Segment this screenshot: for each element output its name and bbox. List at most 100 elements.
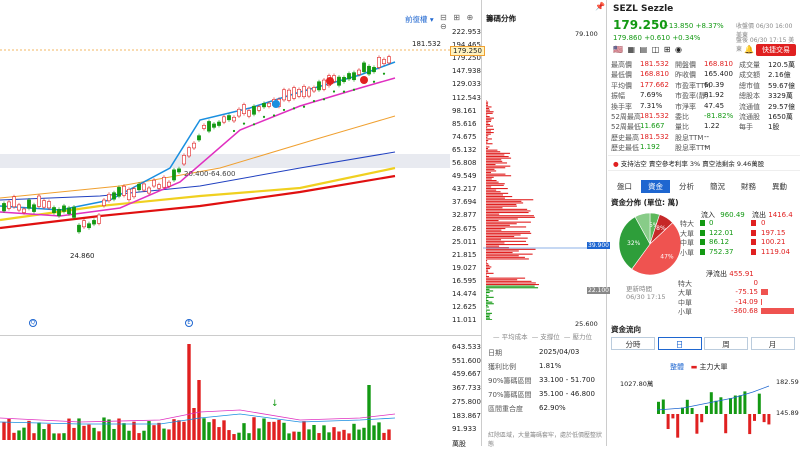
volume-bar <box>42 429 45 440</box>
kline-chart-panel[interactable]: 前復權 ▾ ⊟ ⊞ ⊕ ⊖ 222.953194.465179.250147.9… <box>0 0 482 446</box>
volume-bar <box>207 422 210 440</box>
chip-bar <box>486 122 488 123</box>
quote-field-value: 181.532 <box>640 133 669 141</box>
candle <box>192 143 195 148</box>
flow-tab-2[interactable]: 周 <box>704 337 748 350</box>
volume-bar <box>122 423 125 440</box>
chip-bar <box>486 302 492 303</box>
ma-red-line <box>0 176 395 228</box>
fund-row-label: 小單 <box>680 248 694 258</box>
chip-bar <box>486 154 504 155</box>
quote-field-value: 47.45 <box>704 102 724 110</box>
chip-bar <box>486 105 488 106</box>
price-tick: 65.132 <box>452 146 477 154</box>
chip-marker-high: 39.900 <box>587 242 610 249</box>
quote-field-label: 平均價 <box>611 81 632 91</box>
chip-bar <box>486 194 503 195</box>
chip-bar <box>486 266 491 267</box>
fund-row-out-swatch <box>751 230 756 236</box>
quote-field-value: 120.5萬 <box>768 60 795 70</box>
candle <box>7 202 10 209</box>
chip-bar <box>486 158 511 159</box>
fund-dist-title: 資金分佈 (單位: 萬) <box>611 197 679 208</box>
flow-bar <box>753 414 756 421</box>
price-tick: 222.953 <box>452 28 481 36</box>
tab-2[interactable]: 分析 <box>672 180 701 193</box>
sar-dot <box>323 98 325 100</box>
candle <box>2 203 5 210</box>
chip-bar <box>486 231 530 232</box>
volume-bar <box>57 433 60 440</box>
chip-bar <box>486 138 492 139</box>
quote-field-label: 最低價 <box>611 70 632 80</box>
candle <box>172 170 175 180</box>
candle <box>322 80 325 89</box>
chip-bar <box>486 236 514 237</box>
volume-bar <box>332 427 335 440</box>
volume-bar <box>47 424 50 440</box>
chip-stat-label: 70%籌碼區間 <box>488 390 532 400</box>
volume-bar <box>72 428 75 440</box>
quick-trade-button[interactable]: 快捷交易 <box>756 44 796 56</box>
inflow-label: 流入 <box>701 211 715 219</box>
chart-divider <box>0 335 482 336</box>
candle <box>162 177 165 187</box>
candle <box>37 196 40 207</box>
net-flow-label: 淨流出 <box>706 270 727 278</box>
chip-bar <box>486 289 489 290</box>
volume-bar <box>242 423 245 440</box>
chip-bar <box>486 137 487 138</box>
chip-distribution-panel: 籌碼分佈 📌 79.100 39.900 22.100 25.600 — 平均成… <box>483 0 607 446</box>
event-marker-e[interactable]: E <box>185 319 193 327</box>
chip-bar <box>486 162 507 163</box>
event-marker-q[interactable]: Q <box>29 319 37 327</box>
chip-bar <box>486 298 487 299</box>
tab-1[interactable]: 資金 <box>641 180 670 193</box>
pin-icon[interactable]: 📌 <box>595 2 605 11</box>
chip-bar <box>486 124 490 125</box>
chip-bar <box>486 209 527 210</box>
tab-4[interactable]: 財務 <box>734 180 763 193</box>
chip-bar <box>486 230 501 231</box>
sar-dot <box>353 89 355 91</box>
chip-bar <box>486 134 491 135</box>
last-high-label: 181.532 <box>412 40 441 48</box>
quote-field-value: 29.57億 <box>768 102 795 112</box>
fund-pie-chart: 5%8%47%32% <box>618 212 682 276</box>
chip-bar <box>486 129 494 130</box>
last-price: 179.250 <box>613 18 668 32</box>
alert-bell-icon[interactable]: 🔔 <box>744 45 754 54</box>
candle <box>152 180 155 186</box>
chip-bar <box>486 212 529 213</box>
chip-bar <box>486 175 511 176</box>
fund-row-out: 1119.04 <box>761 248 790 256</box>
price-tick: 49.549 <box>452 172 477 180</box>
fund-row-in-swatch <box>700 249 705 255</box>
volume-bar <box>357 430 360 440</box>
candle <box>82 221 85 227</box>
quote-field-label: 換手率 <box>611 102 632 112</box>
quote-field-label: 52周最高 <box>611 112 641 122</box>
flow-tab-3[interactable]: 月 <box>751 337 795 350</box>
tab-3[interactable]: 簡況 <box>703 180 732 193</box>
flow-tab-0[interactable]: 分時 <box>611 337 655 350</box>
tab-5[interactable]: 異動 <box>765 180 794 193</box>
pie-label: 32% <box>627 240 641 247</box>
chip-bar <box>486 239 501 240</box>
price-tick: 85.616 <box>452 120 477 128</box>
volume-arrow-icon: ↓ <box>271 399 279 409</box>
volume-bar <box>352 424 355 440</box>
chip-bar <box>486 225 510 226</box>
chip-bar <box>486 190 496 191</box>
tab-0[interactable]: 盤口 <box>610 180 639 193</box>
flow-bar <box>662 400 665 414</box>
fund-row-in-swatch <box>700 230 705 236</box>
candle <box>297 89 300 96</box>
price-tick: 19.027 <box>452 264 477 272</box>
chip-bar <box>486 228 505 229</box>
chip-marker-low: 22.100 <box>587 287 610 294</box>
flow-tab-1[interactable]: 日 <box>658 337 702 350</box>
flow-bar <box>748 414 751 434</box>
chip-bar <box>486 119 492 120</box>
flow-bar <box>657 402 660 414</box>
